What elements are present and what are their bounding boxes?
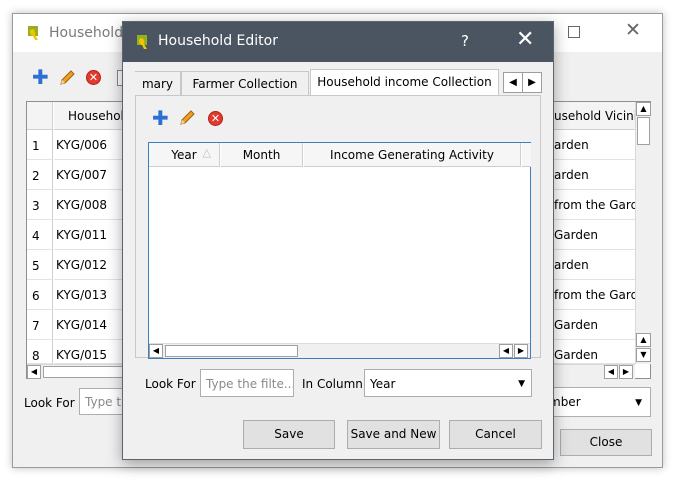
save-and-new-button[interactable]: Save and New bbox=[347, 420, 440, 449]
row-number[interactable]: 8 bbox=[27, 340, 53, 364]
table-cell[interactable]: Garden bbox=[552, 220, 640, 250]
row-number[interactable]: 2 bbox=[27, 160, 53, 190]
pencil-icon[interactable] bbox=[178, 109, 196, 127]
scroll-right-icon[interactable]: ▶ bbox=[514, 344, 528, 358]
row-number[interactable]: 6 bbox=[27, 280, 53, 310]
vertical-scrollbar[interactable]: ▲ ▲ ▼ bbox=[635, 102, 651, 364]
tab-farmer-collection[interactable]: Farmer Collection bbox=[181, 71, 309, 96]
table-cell[interactable]: arden bbox=[552, 160, 640, 190]
sort-indicator-icon: △ bbox=[202, 146, 211, 159]
income-table: Year △ Month Income Generating Activity … bbox=[148, 142, 531, 359]
column-select[interactable]: Year ▼ bbox=[364, 369, 532, 397]
chevron-down-icon: ▼ bbox=[518, 379, 525, 389]
save-button[interactable]: Save bbox=[243, 420, 335, 449]
pencil-icon[interactable] bbox=[58, 69, 76, 87]
column-header-month[interactable]: Month bbox=[221, 143, 303, 167]
table-corner[interactable] bbox=[27, 102, 53, 130]
qgis-logo-icon bbox=[137, 35, 147, 49]
column-header-label: Year bbox=[171, 148, 197, 162]
tab-scroll-left-icon[interactable]: ◀ bbox=[503, 72, 523, 93]
scroll-up-icon[interactable]: ▲ bbox=[636, 102, 651, 116]
plus-icon[interactable]: ✚ bbox=[32, 67, 49, 87]
horizontal-scrollbar[interactable]: ◀ ◀ ▶ bbox=[149, 343, 530, 358]
tab-household-income-collection[interactable]: Household income Collection bbox=[310, 69, 499, 96]
column-select[interactable]: mber ▼ bbox=[538, 387, 651, 417]
scrollbar-thumb[interactable] bbox=[165, 345, 298, 357]
scroll-left-icon[interactable]: ◀ bbox=[604, 365, 618, 379]
chevron-down-icon: ▼ bbox=[635, 398, 642, 408]
dialog-titlebar: Household Editor ? ✕ bbox=[123, 22, 553, 62]
scroll-down-icon[interactable]: ▼ bbox=[636, 348, 651, 362]
column-header-vicinity[interactable]: usehold Vicinit bbox=[552, 102, 636, 130]
table-cell[interactable]: from the Gard bbox=[552, 190, 640, 220]
help-icon[interactable]: ? bbox=[461, 32, 469, 50]
look-for-label: Look For bbox=[145, 377, 196, 391]
column-header-filler bbox=[522, 143, 531, 167]
tab-summary[interactable]: mary bbox=[135, 71, 181, 96]
cancel-button[interactable]: Cancel bbox=[449, 420, 542, 449]
scroll-left-icon[interactable]: ◀ bbox=[27, 365, 41, 379]
filter-input[interactable]: Type the filte... bbox=[200, 369, 294, 397]
row-number[interactable]: 7 bbox=[27, 310, 53, 340]
table-cell[interactable]: arden bbox=[552, 130, 640, 160]
scroll-left-icon[interactable]: ◀ bbox=[149, 344, 163, 358]
close-icon[interactable]: ✕ bbox=[516, 28, 534, 52]
scroll-left-icon[interactable]: ◀ bbox=[499, 344, 513, 358]
column-header-year[interactable]: Year △ bbox=[149, 143, 220, 167]
table-cell[interactable]: from the Gard bbox=[552, 280, 640, 310]
delete-icon[interactable]: ✕ bbox=[208, 111, 223, 126]
table-cell[interactable]: arden bbox=[552, 250, 640, 280]
look-for-label: Look For bbox=[24, 396, 75, 410]
delete-icon[interactable]: ✕ bbox=[86, 70, 101, 85]
column-select-value: Year bbox=[370, 377, 396, 391]
scroll-up-icon[interactable]: ▲ bbox=[636, 333, 651, 347]
household-editor-dialog: Household Editor ? ✕ mary Farmer Collect… bbox=[122, 21, 554, 460]
row-number[interactable]: 4 bbox=[27, 220, 53, 250]
close-button[interactable]: Close bbox=[560, 429, 652, 456]
maximize-icon[interactable] bbox=[568, 26, 580, 38]
tab-scroll-right-icon[interactable]: ▶ bbox=[522, 72, 542, 93]
scrollbar-thumb[interactable] bbox=[637, 117, 650, 145]
table-cell[interactable]: Garden bbox=[552, 310, 640, 340]
dialog-title: Household Editor bbox=[158, 33, 278, 49]
in-column-label: In Column bbox=[302, 377, 363, 391]
scroll-right-icon[interactable]: ▶ bbox=[619, 365, 633, 379]
qgis-logo-icon bbox=[28, 26, 38, 40]
plus-icon[interactable]: ✚ bbox=[152, 108, 169, 128]
row-number[interactable]: 1 bbox=[27, 130, 53, 160]
main-window-title: Household bbox=[49, 25, 124, 41]
row-number[interactable]: 5 bbox=[27, 250, 53, 280]
close-icon[interactable]: ✕ bbox=[625, 20, 641, 40]
row-number[interactable]: 3 bbox=[27, 190, 53, 220]
table-cell[interactable]: Garden bbox=[552, 340, 640, 364]
column-header-income-generating-activity[interactable]: Income Generating Activity bbox=[304, 143, 521, 167]
